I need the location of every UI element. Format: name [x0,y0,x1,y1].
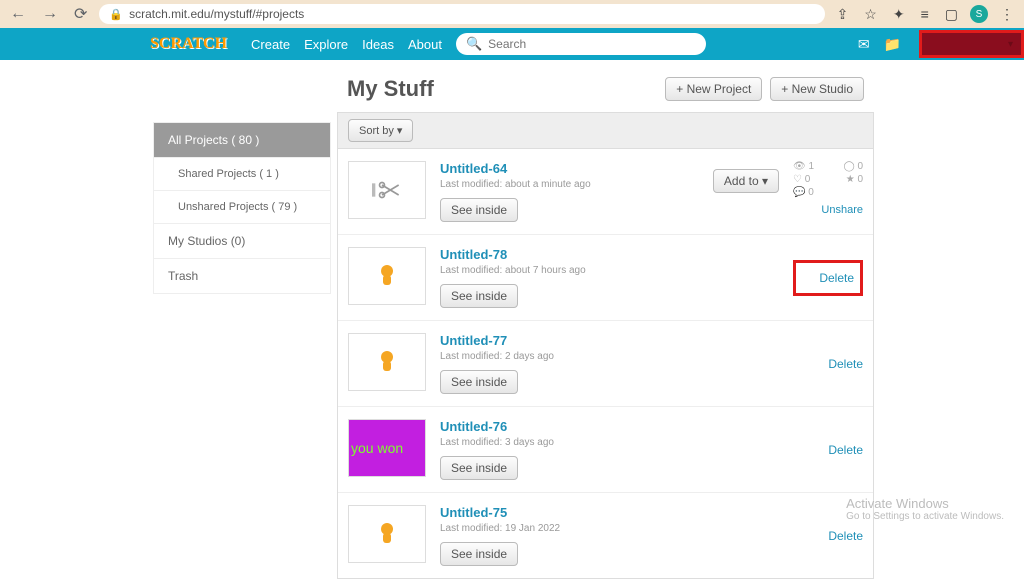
back-icon[interactable]: ← [6,5,30,23]
project-row: Untitled-77 Last modified: 2 days ago Se… [338,321,873,407]
remix-icon: ◯ 0 [843,161,863,172]
project-list: Untitled-64 Last modified: about a minut… [337,149,874,579]
nav-ideas[interactable]: Ideas [362,37,394,52]
project-modified: Last modified: 19 Jan 2022 [440,523,779,534]
cat-icon [377,349,397,375]
sidebar-item-trash[interactable]: Trash [153,259,331,294]
chevron-down-icon: ▾ [762,174,768,188]
see-inside-button[interactable]: See inside [440,284,518,308]
lock-icon: 🔒 [109,8,123,21]
search-box[interactable]: 🔍 [456,33,706,55]
sidebar-label: My Studios (0) [168,234,245,248]
project-title[interactable]: Untitled-77 [440,333,779,348]
unshare-link[interactable]: Unshare [793,204,863,216]
project-modified: Last modified: about a minute ago [440,179,699,190]
sidebar-item-studios[interactable]: My Studios (0) [153,224,331,259]
chevron-down-icon: ▾ [1008,39,1013,50]
project-stats: 👁 1 ◯ 0 ♡ 0 ★ 0 💬 0 Unshare [793,161,863,216]
delete-link[interactable]: Delete [793,260,863,296]
project-modified: Last modified: 2 days ago [440,351,779,362]
sort-bar: Sort by ▾ [337,112,874,149]
fav-icon: ★ 0 [846,174,863,185]
project-title[interactable]: Untitled-76 [440,419,779,434]
sidebar: All Projects ( 80 ) Shared Projects ( 1 … [153,122,331,530]
delete-link[interactable]: Delete [793,443,863,457]
search-icon: 🔍 [466,36,482,52]
new-studio-button[interactable]: + New Studio [770,77,864,101]
window-icon[interactable]: ▢ [941,6,962,23]
project-row: you won Untitled-76 Last modified: 3 day… [338,407,873,493]
sidebar-label: Shared Projects ( 1 ) [178,168,279,180]
browser-chrome: ← → ⟳ 🔒 scratch.mit.edu/mystuff/#project… [0,0,1024,28]
project-row: Untitled-78 Last modified: about 7 hours… [338,235,873,321]
project-modified: Last modified: about 7 hours ago [440,265,779,276]
scissor-icon [369,180,405,200]
chevron-down-icon: ▾ [397,125,403,137]
forward-icon[interactable]: → [38,5,62,23]
scratch-logo[interactable]: SCRATCH [150,35,227,53]
delete-link[interactable]: Delete [793,357,863,371]
top-nav: SCRATCH Create Explore Ideas About 🔍 ✉ 📁… [0,28,1024,60]
main-area: All Projects ( 80 ) Shared Projects ( 1 … [0,60,1024,530]
menu-icon[interactable]: ⋮ [996,6,1018,23]
project-title[interactable]: Untitled-64 [440,161,699,176]
url-text: scratch.mit.edu/mystuff/#projects [129,7,304,21]
project-title[interactable]: Untitled-75 [440,505,779,520]
cat-icon [377,521,397,547]
see-inside-button[interactable]: See inside [440,198,518,222]
loves-icon: ♡ 0 [793,174,810,185]
user-menu[interactable]: ▾ [919,30,1024,58]
project-thumb[interactable] [348,505,426,563]
add-to-button[interactable]: Add to ▾ [713,169,779,193]
project-thumb[interactable] [348,333,426,391]
extension-icon[interactable]: ✦ [889,6,909,23]
cat-icon [377,263,397,289]
sidebar-label: Unshared Projects ( 79 ) [178,201,297,213]
sidebar-item-all-projects[interactable]: All Projects ( 80 ) [153,122,331,158]
nav-about[interactable]: About [408,37,442,52]
mystuff-icon[interactable]: 📁 [884,36,901,53]
header-row: My Stuff + New Project + New Studio [337,70,874,112]
delete-link[interactable]: Delete [793,529,863,543]
project-thumb[interactable]: you won [348,419,426,477]
new-project-button[interactable]: + New Project [665,77,762,101]
project-row: Untitled-75 Last modified: 19 Jan 2022 S… [338,493,873,578]
share-icon[interactable]: ⇪ [833,6,853,23]
project-thumb[interactable] [348,161,426,219]
nav-explore[interactable]: Explore [304,37,348,52]
see-inside-button[interactable]: See inside [440,456,518,480]
reading-list-icon[interactable]: ≡ [917,6,933,22]
thumb-text: you won [351,440,403,456]
project-thumb[interactable] [348,247,426,305]
sidebar-label: All Projects ( 80 ) [168,133,259,147]
see-inside-button[interactable]: See inside [440,370,518,394]
sidebar-item-shared[interactable]: Shared Projects ( 1 ) [153,158,331,191]
star-icon[interactable]: ☆ [860,6,881,23]
search-input[interactable] [488,37,696,51]
see-inside-button[interactable]: See inside [440,542,518,566]
project-row: Untitled-64 Last modified: about a minut… [338,149,873,235]
nav-create[interactable]: Create [251,37,290,52]
page-title: My Stuff [347,76,434,102]
sort-by-button[interactable]: Sort by ▾ [348,119,413,142]
content: My Stuff + New Project + New Studio Sort… [337,70,874,530]
project-title[interactable]: Untitled-78 [440,247,779,262]
profile-avatar[interactable]: S [970,5,988,23]
views-icon: 👁 1 [793,161,814,172]
mail-icon[interactable]: ✉ [858,36,870,53]
comments-icon: 💬 0 [793,187,814,198]
sidebar-label: Trash [168,269,198,283]
sidebar-item-unshared[interactable]: Unshared Projects ( 79 ) [153,191,331,224]
url-bar[interactable]: 🔒 scratch.mit.edu/mystuff/#projects [99,4,824,24]
reload-icon[interactable]: ⟳ [70,4,91,24]
project-modified: Last modified: 3 days ago [440,437,779,448]
